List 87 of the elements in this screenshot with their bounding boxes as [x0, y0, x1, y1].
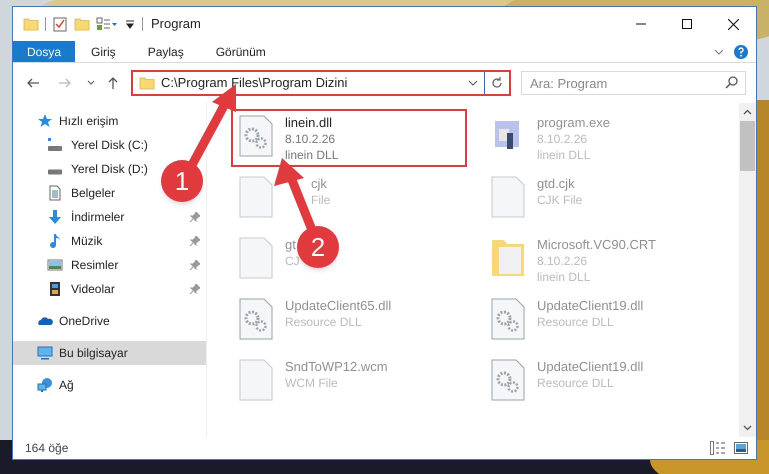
file-name: gtd.cjk — [537, 176, 576, 192]
file-name: linein.dll — [285, 115, 333, 131]
star-icon — [37, 113, 53, 129]
pin-icon[interactable] — [190, 260, 200, 270]
file-detail: WCM File — [285, 375, 339, 391]
file-detail: linein DLL — [537, 269, 592, 285]
file-name: UpdateClient19.dll — [537, 298, 644, 314]
file-detail: Resource DLL — [537, 375, 615, 391]
blank-file-icon — [237, 237, 275, 279]
sidebar-item[interactable]: Belgeler — [13, 181, 122, 205]
sidebar-item[interactable]: Müzik — [13, 229, 206, 253]
file-detail: Resource DLL — [537, 314, 615, 330]
file-name: Microsoft.VC90.CRT — [537, 237, 656, 253]
sidebar-item[interactable]: Resimler — [13, 253, 206, 277]
search-field[interactable]: Ara: Program — [521, 71, 746, 95]
computer-icon — [37, 345, 53, 361]
pin-icon[interactable] — [190, 284, 200, 294]
drive-icon — [47, 169, 63, 175]
file-detail: 8.10.2.26 — [537, 253, 588, 269]
expand-ribbon-icon[interactable] — [714, 46, 724, 56]
new-folder-icon — [74, 16, 90, 32]
file-name: program.exe — [537, 115, 610, 131]
file-detail: File — [311, 192, 330, 208]
address-path: C:\Program Files\Program Dizini — [161, 74, 348, 92]
drive-icon — [47, 137, 63, 153]
file-detail: Resource DLL — [285, 314, 363, 330]
sidebar-item[interactable]: Yerel Disk (C:) — [13, 133, 154, 157]
ribbon-tab[interactable]: Paylaş — [132, 41, 200, 62]
sidebar-item[interactable]: Videolar — [13, 277, 206, 301]
sidebar-item[interactable]: Bu bilgisayar — [13, 341, 206, 365]
view-options-icon[interactable] — [96, 16, 118, 32]
properties-icon[interactable] — [52, 16, 68, 32]
gear-file-icon — [237, 115, 275, 157]
blank-file-icon — [237, 359, 275, 401]
pin-icon[interactable] — [190, 212, 200, 222]
scroll-down-icon[interactable] — [743, 423, 752, 432]
folder-icon — [23, 16, 39, 32]
download-icon — [47, 209, 63, 225]
ribbon-tab[interactable]: Giriş — [75, 41, 132, 62]
document-icon — [47, 185, 63, 201]
window-title: Program — [151, 15, 201, 34]
scrollbar[interactable] — [739, 103, 756, 437]
caret-icon[interactable] — [87, 79, 95, 87]
gear-file-icon — [489, 359, 527, 401]
sidebar-item[interactable]: Yerel Disk (D:) — [13, 157, 154, 181]
folder-icon — [489, 237, 527, 279]
sidebar-item[interactable]: İndirmeler — [13, 205, 206, 229]
help-icon[interactable] — [734, 44, 748, 58]
file-name: gt — [285, 237, 297, 253]
caret-icon[interactable] — [124, 18, 136, 30]
file-detail: linein DLL — [285, 147, 338, 163]
sidebar-item[interactable]: OneDrive — [13, 309, 206, 333]
address-bar[interactable]: C:\Program Files\Program Dizini — [131, 70, 511, 96]
highlighted-file-item[interactable]: linein.dll 8.10.2.26 linein DLL — [231, 109, 467, 167]
file-name: UpdateClient19.dll — [537, 359, 644, 375]
network-icon — [37, 377, 53, 393]
dropdown-caret-icon[interactable] — [468, 78, 478, 88]
ribbon-tab[interactable]: Görünüm — [200, 41, 282, 62]
maximize-icon — [682, 19, 692, 29]
scroll-up-icon[interactable] — [743, 108, 752, 117]
file-detail: 8.10.2.26 — [285, 131, 336, 147]
pictures-icon — [47, 257, 63, 273]
film-icon — [47, 281, 63, 297]
search-icon — [725, 76, 738, 89]
scroll-thumb[interactable] — [740, 121, 755, 171]
item-count: 164 öğe — [25, 440, 68, 457]
sidebar-item[interactable]: Ağ — [13, 373, 206, 397]
close-icon — [728, 18, 738, 30]
file-name: cjk — [311, 176, 328, 192]
blank-file-icon — [237, 176, 275, 218]
file-detail: linein DLL — [537, 147, 592, 163]
refresh-icon[interactable] — [490, 76, 504, 90]
minimize-icon — [636, 23, 646, 25]
blank-file-icon — [489, 176, 527, 218]
folder-icon — [139, 75, 155, 91]
file-name: SndToWP12.wcm — [285, 359, 388, 375]
ribbon-tab[interactable]: Dosya — [13, 41, 76, 62]
gear-file-icon — [489, 298, 527, 340]
sidebar-item[interactable]: Hızlı erişim — [13, 109, 206, 133]
file-detail: CJ — [285, 253, 300, 269]
gear-file-icon — [237, 298, 275, 340]
file-detail: 8.10.2.26 — [537, 131, 588, 147]
details-view-icon[interactable] — [710, 441, 726, 455]
large-icons-view-icon[interactable] — [734, 442, 748, 454]
file-detail: CJK File — [537, 192, 582, 208]
file-name: UpdateClient65.dll — [285, 298, 392, 314]
pin-icon[interactable] — [190, 236, 200, 246]
